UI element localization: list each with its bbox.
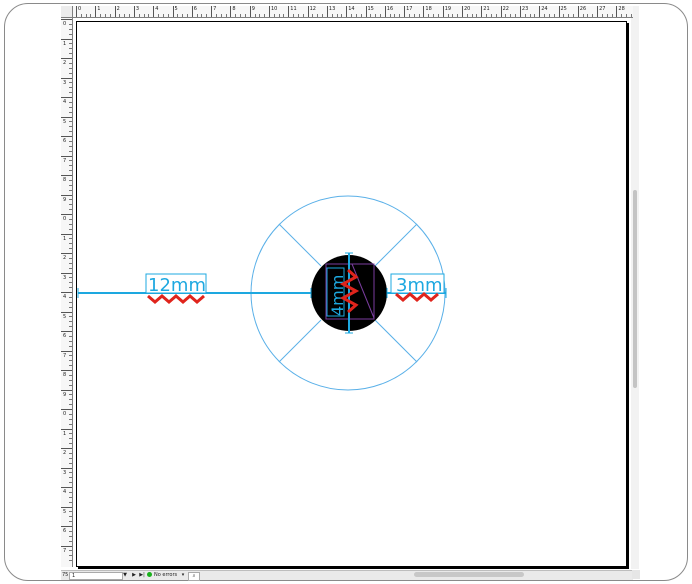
prev-page-dropdown[interactable]: ▼ (121, 572, 129, 579)
right-dim-label: 3mm (396, 275, 443, 296)
magnifier-icon[interactable]: ⌕ (188, 572, 200, 581)
preflight-menu-dropdown[interactable]: ▾ (179, 572, 187, 579)
spoke-top-right (374, 223, 418, 267)
status-bar: 75 1 ▼ ▶ ▶| No errors ▾ ⌕ (61, 570, 633, 581)
left-dim-label: 12mm (148, 275, 206, 296)
resize-grip[interactable] (632, 570, 640, 579)
spoke-bottom-right (374, 319, 418, 363)
spoke-top-left (278, 223, 322, 267)
zoom-value[interactable]: 75 (62, 572, 68, 579)
status-ok-icon (147, 572, 152, 577)
drawing-canvas[interactable]: 4mm 12mm 3mm (0, 0, 692, 584)
vertical-dim-label: 4mm (328, 275, 347, 316)
horizontal-scroll-thumb[interactable] (414, 572, 524, 577)
next-page-button[interactable]: ▶ (130, 572, 138, 579)
last-page-button[interactable]: ▶| (138, 572, 146, 579)
left-squiggle (147, 294, 205, 304)
errors-label: No errors (154, 572, 178, 578)
page-number-field[interactable]: 1 (69, 572, 123, 580)
spoke-bottom-left (278, 319, 322, 363)
